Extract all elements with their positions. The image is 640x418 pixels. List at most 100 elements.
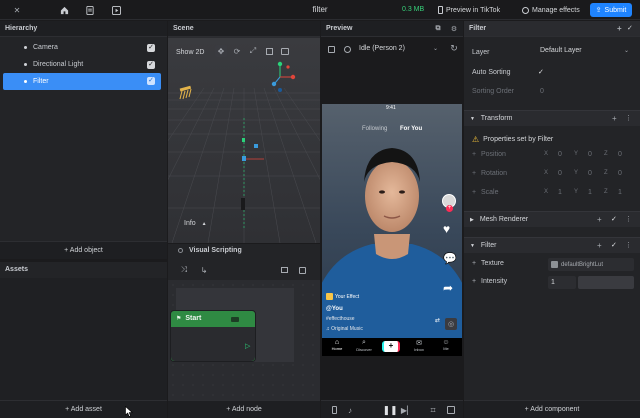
manage-effects-button[interactable]: Manage effects <box>522 4 580 16</box>
crop-icon[interactable]: ⌗ <box>427 404 439 416</box>
visibility-checkbox[interactable]: ✓ <box>147 44 155 52</box>
tab-for-you[interactable]: For You <box>400 126 422 132</box>
add-object-button[interactable]: + Add object <box>0 241 167 259</box>
video-username: @You <box>326 306 343 312</box>
refresh-icon[interactable]: ↻ <box>449 43 459 53</box>
layer-value: Default Layer <box>540 47 582 54</box>
transform-section-header[interactable]: ▼ Transform + ⋮ <box>464 110 640 126</box>
camera-view-icon[interactable] <box>326 44 336 54</box>
more-menu-icon[interactable]: ⋮ <box>625 241 632 249</box>
position-row: + Position X 0 Y 0 Z 0 <box>464 149 640 163</box>
move-tool-icon[interactable]: ✥ <box>215 45 227 57</box>
layer-dropdown[interactable]: Default Layer ⌄ <box>540 47 632 59</box>
add-node-button[interactable]: + Add node <box>168 400 320 418</box>
fit-view-icon[interactable] <box>296 264 308 276</box>
preview-mode-dropdown[interactable]: Idle (Person 2) ⌄ <box>359 45 439 52</box>
axis-gizmo-icon[interactable] <box>268 59 304 95</box>
nav-inbox[interactable]: ✉ Inbox <box>408 339 430 352</box>
rotation-label: Rotation <box>481 170 508 177</box>
axis-z-label: Z <box>604 170 608 176</box>
add-icon[interactable]: + <box>612 114 617 123</box>
hierarchy-item-directional-light[interactable]: Directional Light ✓ <box>0 57 167 73</box>
enabled-check-icon[interactable]: ✓ <box>611 241 617 249</box>
start-node[interactable]: ⚑ Start ▷ <box>170 310 256 362</box>
visibility-checkbox[interactable]: ✓ <box>147 77 155 85</box>
play-circle-icon[interactable] <box>342 44 352 54</box>
exec-out-port-icon[interactable]: ▷ <box>245 342 250 350</box>
search-icon: ⌕ <box>362 339 366 346</box>
info-toggle[interactable]: Info ▲ <box>184 220 207 227</box>
phone-preview[interactable]: 9:41 Following For You + ♥ 💬 ➦ Your Effe… <box>322 104 462 356</box>
like-heart-icon[interactable]: ♥ <box>443 222 450 236</box>
auto-sorting-checkbox[interactable]: ✓ <box>538 68 544 76</box>
more-menu-icon[interactable]: ⋮ <box>625 215 632 223</box>
tiktok-icon[interactable]: ♪ <box>345 405 355 415</box>
step-forward-icon[interactable]: ▶▏ <box>401 404 413 416</box>
follow-plus-icon[interactable]: + <box>446 205 453 212</box>
filter-section-header[interactable]: ▼ Filter + ✓ ⋮ <box>464 237 640 253</box>
subgraph-tool-icon[interactable]: ↳ <box>198 264 210 276</box>
camera-flip-icon[interactable]: ◎ <box>445 318 457 330</box>
intensity-row: + Intensity 1 <box>464 276 640 290</box>
hierarchy-item-label: Filter <box>33 78 49 85</box>
transform-warning: ⚠ Properties set by Filter <box>472 134 553 144</box>
object-name-input[interactable]: Filter <box>469 25 609 32</box>
intensity-slider[interactable] <box>578 276 634 289</box>
home-icon: ⌂ <box>334 339 340 346</box>
chevron-down-icon: ⌄ <box>433 46 439 52</box>
fullscreen-icon[interactable] <box>445 404 457 416</box>
nav-home[interactable]: ⌂ Home <box>326 339 348 351</box>
close-window-icon[interactable]: ✕ <box>12 5 22 15</box>
collapse-triangle-icon: ▼ <box>470 243 475 249</box>
submit-button[interactable]: ⇪ Submit <box>590 3 632 17</box>
camera-view-shape <box>327 45 335 53</box>
add-icon[interactable]: + <box>617 24 622 33</box>
mesh-renderer-section-header[interactable]: ▶ Mesh Renderer + ✓ ⋮ <box>464 211 640 227</box>
hierarchy-item-camera[interactable]: Camera ✓ <box>0 40 167 56</box>
tab-following[interactable]: Following <box>362 126 387 132</box>
add-component-button[interactable]: + Add component <box>464 400 640 418</box>
visibility-checkbox[interactable]: ✓ <box>147 61 155 69</box>
frame-tool-icon[interactable] <box>279 45 291 57</box>
video-music-label: Original Music <box>331 326 363 332</box>
transform-warning-text: Properties set by Filter <box>483 135 554 143</box>
nav-discover[interactable]: ⌕ Discover <box>353 339 375 352</box>
media-icon[interactable] <box>110 4 122 16</box>
check-icon[interactable]: ✓ <box>627 24 633 32</box>
image-tool-icon[interactable] <box>278 264 290 276</box>
mesh-renderer-title: Mesh Renderer <box>479 216 529 223</box>
add-icon[interactable]: + <box>597 241 602 250</box>
rotate-tool-icon[interactable]: ⟳ <box>231 45 243 57</box>
home-icon[interactable] <box>58 4 70 16</box>
add-icon[interactable]: + <box>597 215 602 224</box>
nav-me[interactable]: ☺ Me <box>435 339 457 351</box>
more-menu-icon[interactable]: ⋮ <box>625 114 632 122</box>
scale-tool-icon[interactable]: ⤢ <box>247 45 259 57</box>
document-icon[interactable] <box>84 4 96 16</box>
popout-icon[interactable]: ⧉ <box>433 24 443 34</box>
phone-nav-bar: ⌂ Home ⌕ Discover + ✉ Inbox ☺ Me <box>322 338 462 356</box>
directional-light-icon[interactable] <box>178 85 196 101</box>
show-2d-label[interactable]: Show 2D <box>176 49 204 56</box>
share-icon[interactable]: ➦ <box>443 281 453 295</box>
add-asset-button[interactable]: + Add asset <box>0 400 167 418</box>
node-canvas[interactable]: ⚑ Start ▷ <box>168 280 320 400</box>
pause-icon[interactable]: ❚❚ <box>382 404 397 416</box>
hierarchy-item-filter[interactable]: Filter ✓ <box>3 73 161 90</box>
comment-icon[interactable]: 💬 <box>443 252 457 265</box>
device-icon[interactable] <box>329 405 339 415</box>
intensity-input[interactable]: 1 <box>548 276 576 289</box>
enabled-check-icon[interactable]: ✓ <box>611 215 617 223</box>
preview-settings-icon[interactable]: ⚙ <box>449 24 459 34</box>
nav-create-button[interactable]: + <box>382 341 400 352</box>
axis-x-label: X <box>544 151 549 157</box>
video-music: ♫ Original Music <box>326 326 363 332</box>
node-menu-icon[interactable] <box>231 317 239 322</box>
connect-tool-icon[interactable]: ⤨ <box>178 264 190 276</box>
profile-icon: ☺ <box>442 339 450 346</box>
texture-field[interactable]: defaultBrightLut <box>548 258 634 271</box>
preview-in-tiktok-button[interactable]: Preview in TikTok <box>438 4 500 16</box>
position-z-value: 0 <box>618 151 622 158</box>
rect-tool-icon[interactable] <box>263 45 275 57</box>
texture-label: Texture <box>481 260 504 267</box>
